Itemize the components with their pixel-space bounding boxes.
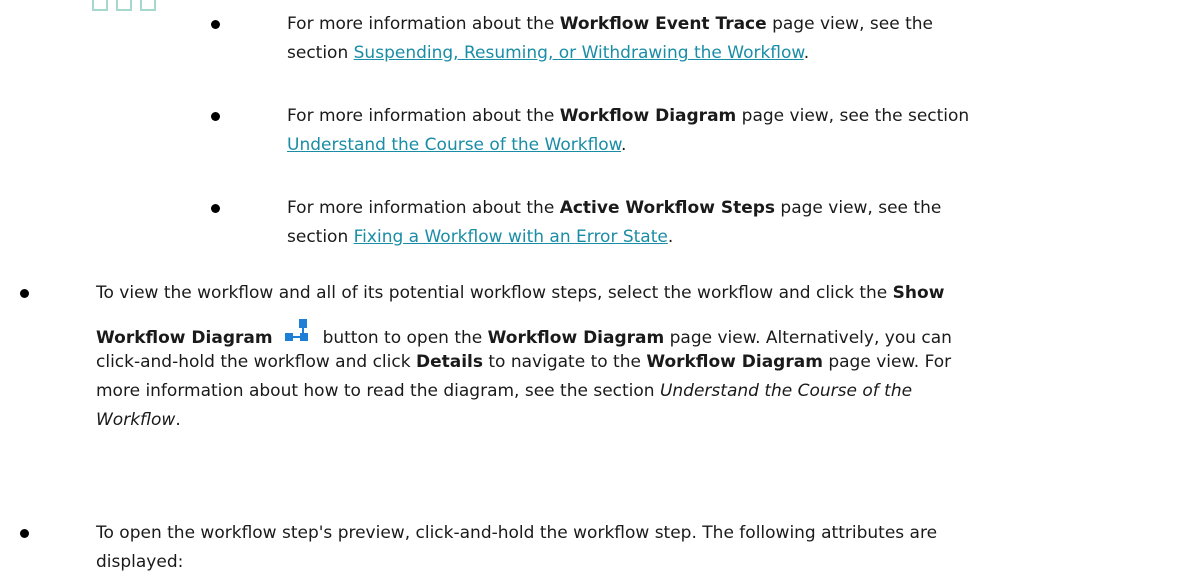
item-line: To open the workflow step's preview, cli…: [96, 523, 938, 543]
link-understand-course[interactable]: Understand the Course of the Workflow: [287, 135, 621, 155]
link-suspending-resuming-withdrawing[interactable]: Suspending, Resuming, or Withdrawing the…: [354, 43, 804, 63]
bullet-dot: [20, 529, 29, 538]
item-text: button to open the: [322, 328, 488, 348]
item-text: page view, see the: [775, 198, 942, 218]
link-fixing-error-state[interactable]: Fixing a Workflow with an Error State: [354, 227, 668, 247]
item-text: .: [175, 410, 181, 430]
item-line: Workflow Diagram button to open the Work…: [96, 319, 1136, 348]
item-italic: Understand the Course of the: [659, 381, 913, 401]
item-text: To view the workflow and all of its pote…: [96, 283, 893, 303]
item-text: section: [287, 43, 354, 63]
item-text: .: [621, 135, 627, 155]
list-item: For more information about the Workflow …: [287, 102, 1147, 160]
item-text: .: [667, 227, 674, 247]
list-item: To open the workflow step's preview, cli…: [96, 519, 1136, 577]
list-item: For more information about the Workflow …: [287, 10, 1147, 68]
item-bold: Workflow Diagram: [559, 106, 737, 126]
workflow-diagram-icon: [284, 319, 308, 341]
item-text: page view, see the section: [736, 106, 970, 126]
bullet-dot: [20, 289, 29, 298]
item-line: To view the workflow and all of its pote…: [96, 279, 1136, 308]
item-bold: Show: [892, 283, 945, 303]
item-bold: Workflow Event Trace: [559, 14, 767, 34]
item-bold: Workflow Diagram: [96, 328, 273, 348]
item-text: section: [287, 227, 354, 247]
item-text: page view. Alternatively, you can: [664, 328, 952, 348]
tab-icon: [92, 0, 156, 11]
list-item: To view the workflow and all of its pote…: [96, 279, 1136, 435]
bullet-dot: [211, 20, 220, 29]
item-text: click-and-hold the workflow and click: [96, 352, 416, 372]
item-text: more information about how to read the d…: [96, 381, 660, 401]
bullet-dot: [211, 112, 220, 121]
bullet-dot: [211, 204, 220, 213]
item-line: more information about how to read the d…: [96, 377, 1136, 406]
item-line: click-and-hold the workflow and click De…: [96, 348, 1136, 377]
item-text: to navigate to the: [482, 352, 647, 372]
item-text: For more information about the: [287, 14, 560, 34]
item-line: displayed:: [96, 552, 184, 572]
item-bold: Workflow Diagram: [646, 352, 823, 372]
item-text: For more information about the: [287, 198, 560, 218]
item-bold: Active Workflow Steps: [559, 198, 776, 218]
item-text: .: [803, 43, 810, 63]
item-text: page view. For: [822, 352, 952, 372]
item-text: page view, see the: [766, 14, 933, 34]
item-text: For more information about the: [287, 106, 560, 126]
item-bold: Workflow Diagram: [487, 328, 665, 348]
item-bold: Details: [415, 352, 483, 372]
item-italic: Workflow: [96, 410, 176, 430]
list-item: For more information about the Active Wo…: [287, 194, 1147, 252]
item-line: Workflow.: [96, 406, 1136, 435]
